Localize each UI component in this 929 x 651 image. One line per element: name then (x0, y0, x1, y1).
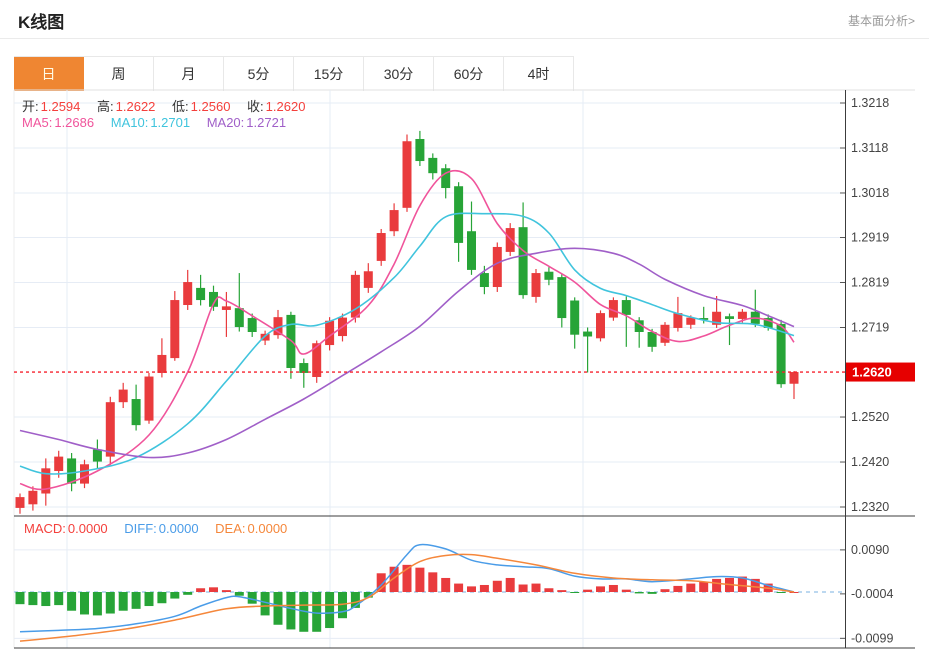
low-value: 1.2560 (190, 99, 231, 114)
axis-tick-label: 0.0090 (851, 543, 889, 557)
diff-label: DIFF: (124, 521, 157, 536)
axis-tick-label: -0.0004 (851, 587, 893, 601)
macd-info-row: MACD: 0.0000 DIFF: 0.0000 DEA: 0.0000 (24, 521, 300, 536)
ma10-line (19, 212, 795, 475)
dea-value: 0.0000 (247, 521, 288, 536)
high-value: 1.2622 (115, 99, 156, 114)
axis-tick-label: 1.2919 (851, 231, 889, 245)
diff-value: 0.0000 (158, 521, 199, 536)
macd-bars-layer (15, 564, 799, 632)
close-label: 收: (247, 99, 264, 114)
ma20-value: 1.2721 (246, 115, 287, 130)
ma10-value: 1.2701 (150, 115, 191, 130)
current-price-label: 1.2620 (852, 365, 892, 380)
axis-tick-label: 1.2520 (851, 410, 889, 424)
close-value: 1.2620 (265, 99, 306, 114)
ohlc-info-row: 开: 1.2594 高: 1.2622 低: 1.2560 收: 1.2620 (22, 96, 318, 115)
axis-tick-label: 1.2320 (851, 500, 889, 514)
ma20-label: MA20: (206, 115, 245, 130)
macd-label: MACD: (24, 521, 66, 536)
open-value: 1.2594 (40, 99, 81, 114)
axis-tick-label: -0.0099 (851, 631, 893, 645)
gridlines (14, 90, 845, 648)
ma10-label: MA10: (110, 115, 149, 130)
axis-tick-label: 1.2719 (851, 321, 889, 335)
macd-value: 0.0000 (67, 521, 108, 536)
kline-page: K线图 基本面分析> 日周月 5分 15分 30分 60分 4时 1.2620 1.3218… (0, 0, 929, 651)
ma5-value: 1.2686 (54, 115, 95, 130)
dea-label: DEA: (215, 521, 246, 536)
ma5-label: MA5: (22, 115, 53, 130)
open-label: 开: (22, 99, 39, 114)
ma-info-row: MA5: 1.2686 MA10: 1.2701 MA20: 1.2721 (22, 115, 299, 130)
axis-tick-label: 1.2420 (851, 455, 889, 469)
axis-tick-label: 1.3118 (851, 141, 888, 155)
axis-tick-label: 1.3018 (851, 186, 889, 200)
axis-tick-label: 1.2819 (851, 276, 889, 290)
axis-tick-label: 1.3218 (851, 96, 889, 110)
low-label: 低: (172, 99, 189, 114)
high-label: 高: (97, 99, 114, 114)
